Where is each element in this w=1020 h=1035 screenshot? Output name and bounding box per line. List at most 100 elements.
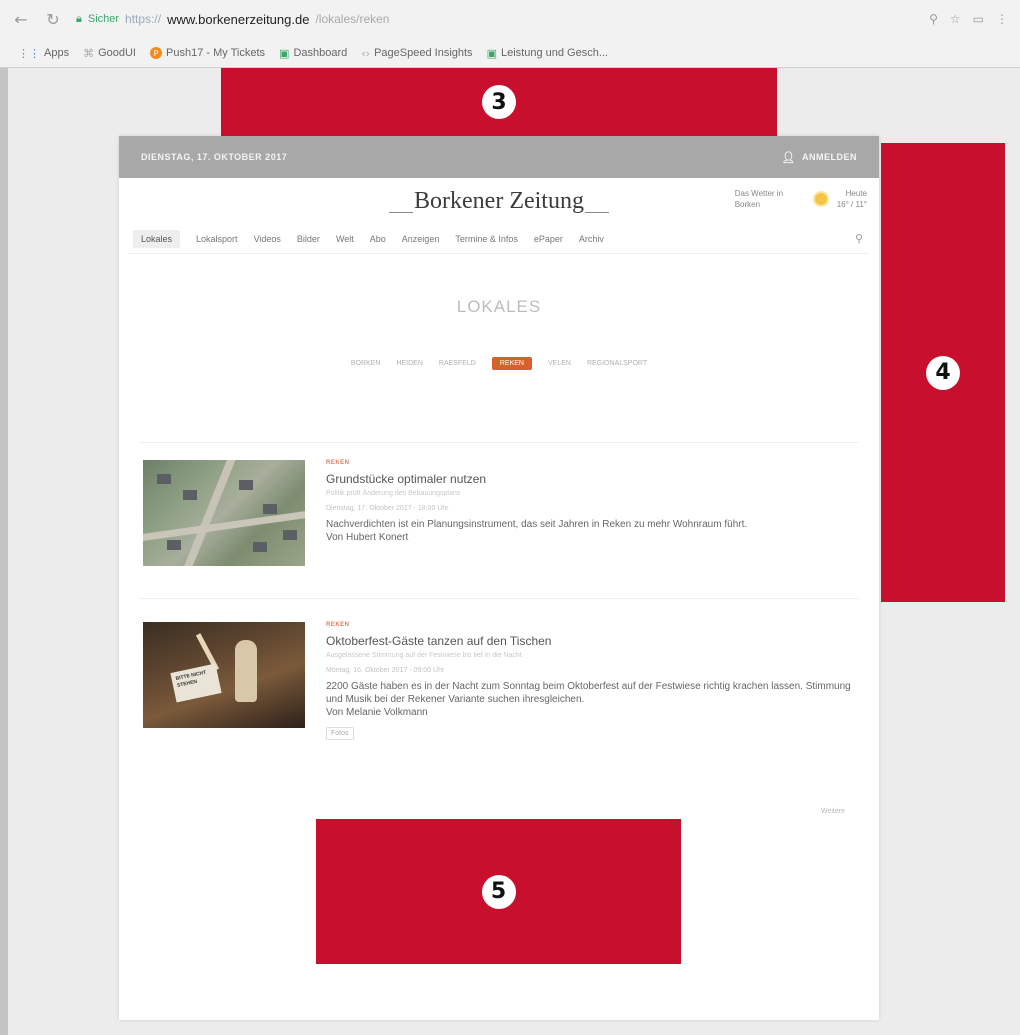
speed-icon: ‹› bbox=[361, 46, 371, 60]
address-bar[interactable]: 🔒︎ Sicher https:// www.borkenerzeitung.de… bbox=[76, 6, 915, 32]
article-card[interactable]: REKEN Grundstücke optimaler nutzen Polit… bbox=[143, 460, 855, 580]
doc-icon: ▣ bbox=[486, 46, 497, 60]
weather-widget[interactable]: Das Wetter in Borken Heute 16° / 11° bbox=[735, 188, 867, 210]
lock-icon: 🔒︎ bbox=[76, 12, 82, 25]
url-path: /lokales/reken bbox=[315, 12, 390, 26]
article-date: Dienstag, 17. Oktober 2017 - 18:00 Uhr bbox=[326, 505, 449, 512]
bookmark-goodui[interactable]: ⌘ GoodUI bbox=[83, 47, 136, 60]
weather-temp: Heute 16° / 11° bbox=[837, 188, 867, 210]
subnav-reken[interactable]: REKEN bbox=[491, 357, 532, 370]
bookmark-dashboard[interactable]: ▣ Dashboard bbox=[279, 47, 347, 60]
nav-epaper[interactable]: ePaper bbox=[534, 234, 563, 244]
bookmark-apps[interactable]: ⋮⋮ Apps bbox=[18, 47, 69, 60]
nav-welt[interactable]: Welt bbox=[336, 234, 354, 244]
subnav-raesfeld[interactable]: RAESFELD bbox=[439, 360, 476, 367]
image-detail bbox=[183, 490, 197, 500]
article-date: Montag, 16. Oktober 2017 - 09:00 Uhr bbox=[326, 667, 445, 674]
article-headline[interactable]: Oktoberfest-Gäste tanzen auf den Tischen bbox=[326, 634, 856, 648]
image-detail bbox=[253, 542, 267, 552]
bookmark-label: GoodUI bbox=[98, 47, 136, 59]
nav-abo[interactable]: Abo bbox=[370, 234, 386, 244]
grid-icon: ⋮⋮ bbox=[18, 46, 40, 60]
teaser-text: 2200 Gäste haben es in der Nacht zum Son… bbox=[326, 681, 851, 705]
image-sign: BITTE NICHT STEHEN bbox=[170, 663, 222, 703]
bookmark-label: Leistung und Gesch... bbox=[500, 47, 608, 59]
browser-chrome: ← ↻ 🔒︎ Sicher https:// www.borkenerzeitun… bbox=[0, 0, 1020, 68]
zoom-icon[interactable]: ⚲ bbox=[929, 12, 938, 26]
image-detail bbox=[235, 640, 257, 702]
user-icon: 👤︎ bbox=[781, 150, 796, 164]
nav-lokales[interactable]: Lokales bbox=[133, 229, 181, 248]
article-image-aerial[interactable] bbox=[143, 460, 305, 566]
article-image-party[interactable]: BITTE NICHT STEHEN bbox=[143, 622, 305, 728]
reload-icon[interactable]: ↻ bbox=[44, 10, 62, 29]
image-detail bbox=[167, 540, 181, 550]
annotation-badge: 5 bbox=[481, 874, 516, 909]
browser-toolbar: ← ↻ 🔒︎ Sicher https:// www.borkenerzeitun… bbox=[0, 0, 1020, 38]
nav-termine[interactable]: Termine & Infos bbox=[455, 234, 518, 244]
image-detail bbox=[263, 504, 277, 514]
subnav-borken[interactable]: BORKEN bbox=[351, 360, 381, 367]
back-icon[interactable]: ← bbox=[12, 10, 30, 29]
bookmark-label: PageSpeed Insights bbox=[374, 47, 473, 59]
bookmark-label: Apps bbox=[44, 47, 70, 59]
nav-archiv[interactable]: Archiv bbox=[579, 234, 604, 244]
cast-icon[interactable]: ▭ bbox=[973, 12, 984, 26]
bookmark-leistung[interactable]: ▣ Leistung und Gesch... bbox=[487, 47, 608, 60]
image-detail bbox=[143, 508, 305, 543]
security-label: Sicher bbox=[87, 13, 120, 25]
subnav-heiden[interactable]: HEIDEN bbox=[396, 360, 422, 367]
article-body: REKEN Oktoberfest-Gäste tanzen auf den T… bbox=[326, 622, 856, 740]
image-detail bbox=[283, 530, 297, 540]
nav-videos[interactable]: Videos bbox=[254, 234, 281, 244]
url-scheme: https:// bbox=[125, 12, 162, 26]
logo-rule-right bbox=[585, 212, 609, 213]
nav-anzeigen[interactable]: Anzeigen bbox=[402, 234, 440, 244]
current-date: DIENSTAG, 17. OKTOBER 2017 bbox=[141, 152, 288, 162]
nav-lokalsport[interactable]: Lokalsport bbox=[196, 234, 238, 244]
article-subline: Politik prüft Änderung des Bebauungsplan… bbox=[326, 490, 461, 497]
sub-navigation: BORKEN HEIDEN RAESFELD REKEN VELEN REGIO… bbox=[119, 357, 879, 370]
toolbar-actions: ⚲ ☆ ▭ ⋮ bbox=[929, 12, 1008, 26]
bookmark-label: Dashboard bbox=[293, 47, 348, 59]
link-icon: ⌘ bbox=[83, 46, 95, 60]
article-card[interactable]: BITTE NICHT STEHEN REKEN Oktoberfest-Gäs… bbox=[143, 622, 855, 772]
article-author: Von Melanie Volkmann bbox=[326, 707, 428, 718]
teaser-text: Nachverdichten ist ein Planungsinstrumen… bbox=[326, 519, 748, 530]
annotation-block-5: 5 bbox=[316, 819, 681, 964]
more-link[interactable]: Weitere bbox=[821, 808, 845, 815]
annotation-block-3: 3 bbox=[221, 68, 777, 136]
article-headline[interactable]: Grundstücke optimaler nutzen bbox=[326, 472, 856, 486]
url-domain: www.borkenerzeitung.de bbox=[167, 11, 310, 27]
article-teaser: Nachverdichten ist ein Planungsinstrumen… bbox=[326, 518, 856, 544]
photo-tag[interactable]: Fotos bbox=[326, 727, 354, 740]
section-title: LOKALES bbox=[456, 297, 542, 316]
divider bbox=[139, 442, 859, 443]
star-icon[interactable]: ☆ bbox=[950, 12, 961, 26]
bookmarks-bar: ⋮⋮ Apps ⌘ GoodUI P Push17 - My Tickets ▣ Das… bbox=[0, 38, 1020, 68]
image-detail bbox=[239, 480, 253, 490]
bookmark-push17[interactable]: P Push17 - My Tickets bbox=[150, 47, 265, 59]
article-teaser: 2200 Gäste haben es in der Nacht zum Son… bbox=[326, 680, 856, 719]
login-link[interactable]: 👤︎ ANMELDEN bbox=[782, 151, 857, 164]
article-kicker: REKEN bbox=[326, 460, 350, 466]
nav-bilder[interactable]: Bilder bbox=[297, 234, 320, 244]
annotation-badge: 4 bbox=[926, 355, 960, 390]
masthead: Borkener Zeitung Das Wetter in Borken He… bbox=[119, 178, 879, 230]
image-detail bbox=[177, 460, 237, 566]
subnav-regionalsport[interactable]: REGIONALSPORT bbox=[587, 360, 647, 367]
bookmark-label: Push17 - My Tickets bbox=[166, 47, 266, 59]
article-author: Von Hubert Konert bbox=[326, 532, 409, 543]
search-icon[interactable]: ⚲ bbox=[855, 232, 863, 245]
subnav-velen[interactable]: VELEN bbox=[548, 360, 571, 367]
bookmark-pagespeed[interactable]: ‹› PageSpeed Insights bbox=[361, 47, 472, 60]
weather-label: Heute bbox=[845, 189, 867, 198]
weather-place: Das Wetter in Borken bbox=[734, 189, 784, 209]
menu-icon[interactable]: ⋮ bbox=[996, 12, 1008, 26]
login-label: ANMELDEN bbox=[802, 152, 857, 162]
annotation-badge: 3 bbox=[482, 85, 516, 119]
article-subline: Ausgelassene Stimmung auf der Festwiese … bbox=[326, 652, 522, 659]
main-navigation: Lokales Lokalsport Videos Bilder Welt Ab… bbox=[129, 224, 869, 254]
site-topbar: DIENSTAG, 17. OKTOBER 2017 👤︎ ANMELDEN bbox=[119, 136, 879, 178]
window-edge bbox=[0, 68, 8, 1035]
